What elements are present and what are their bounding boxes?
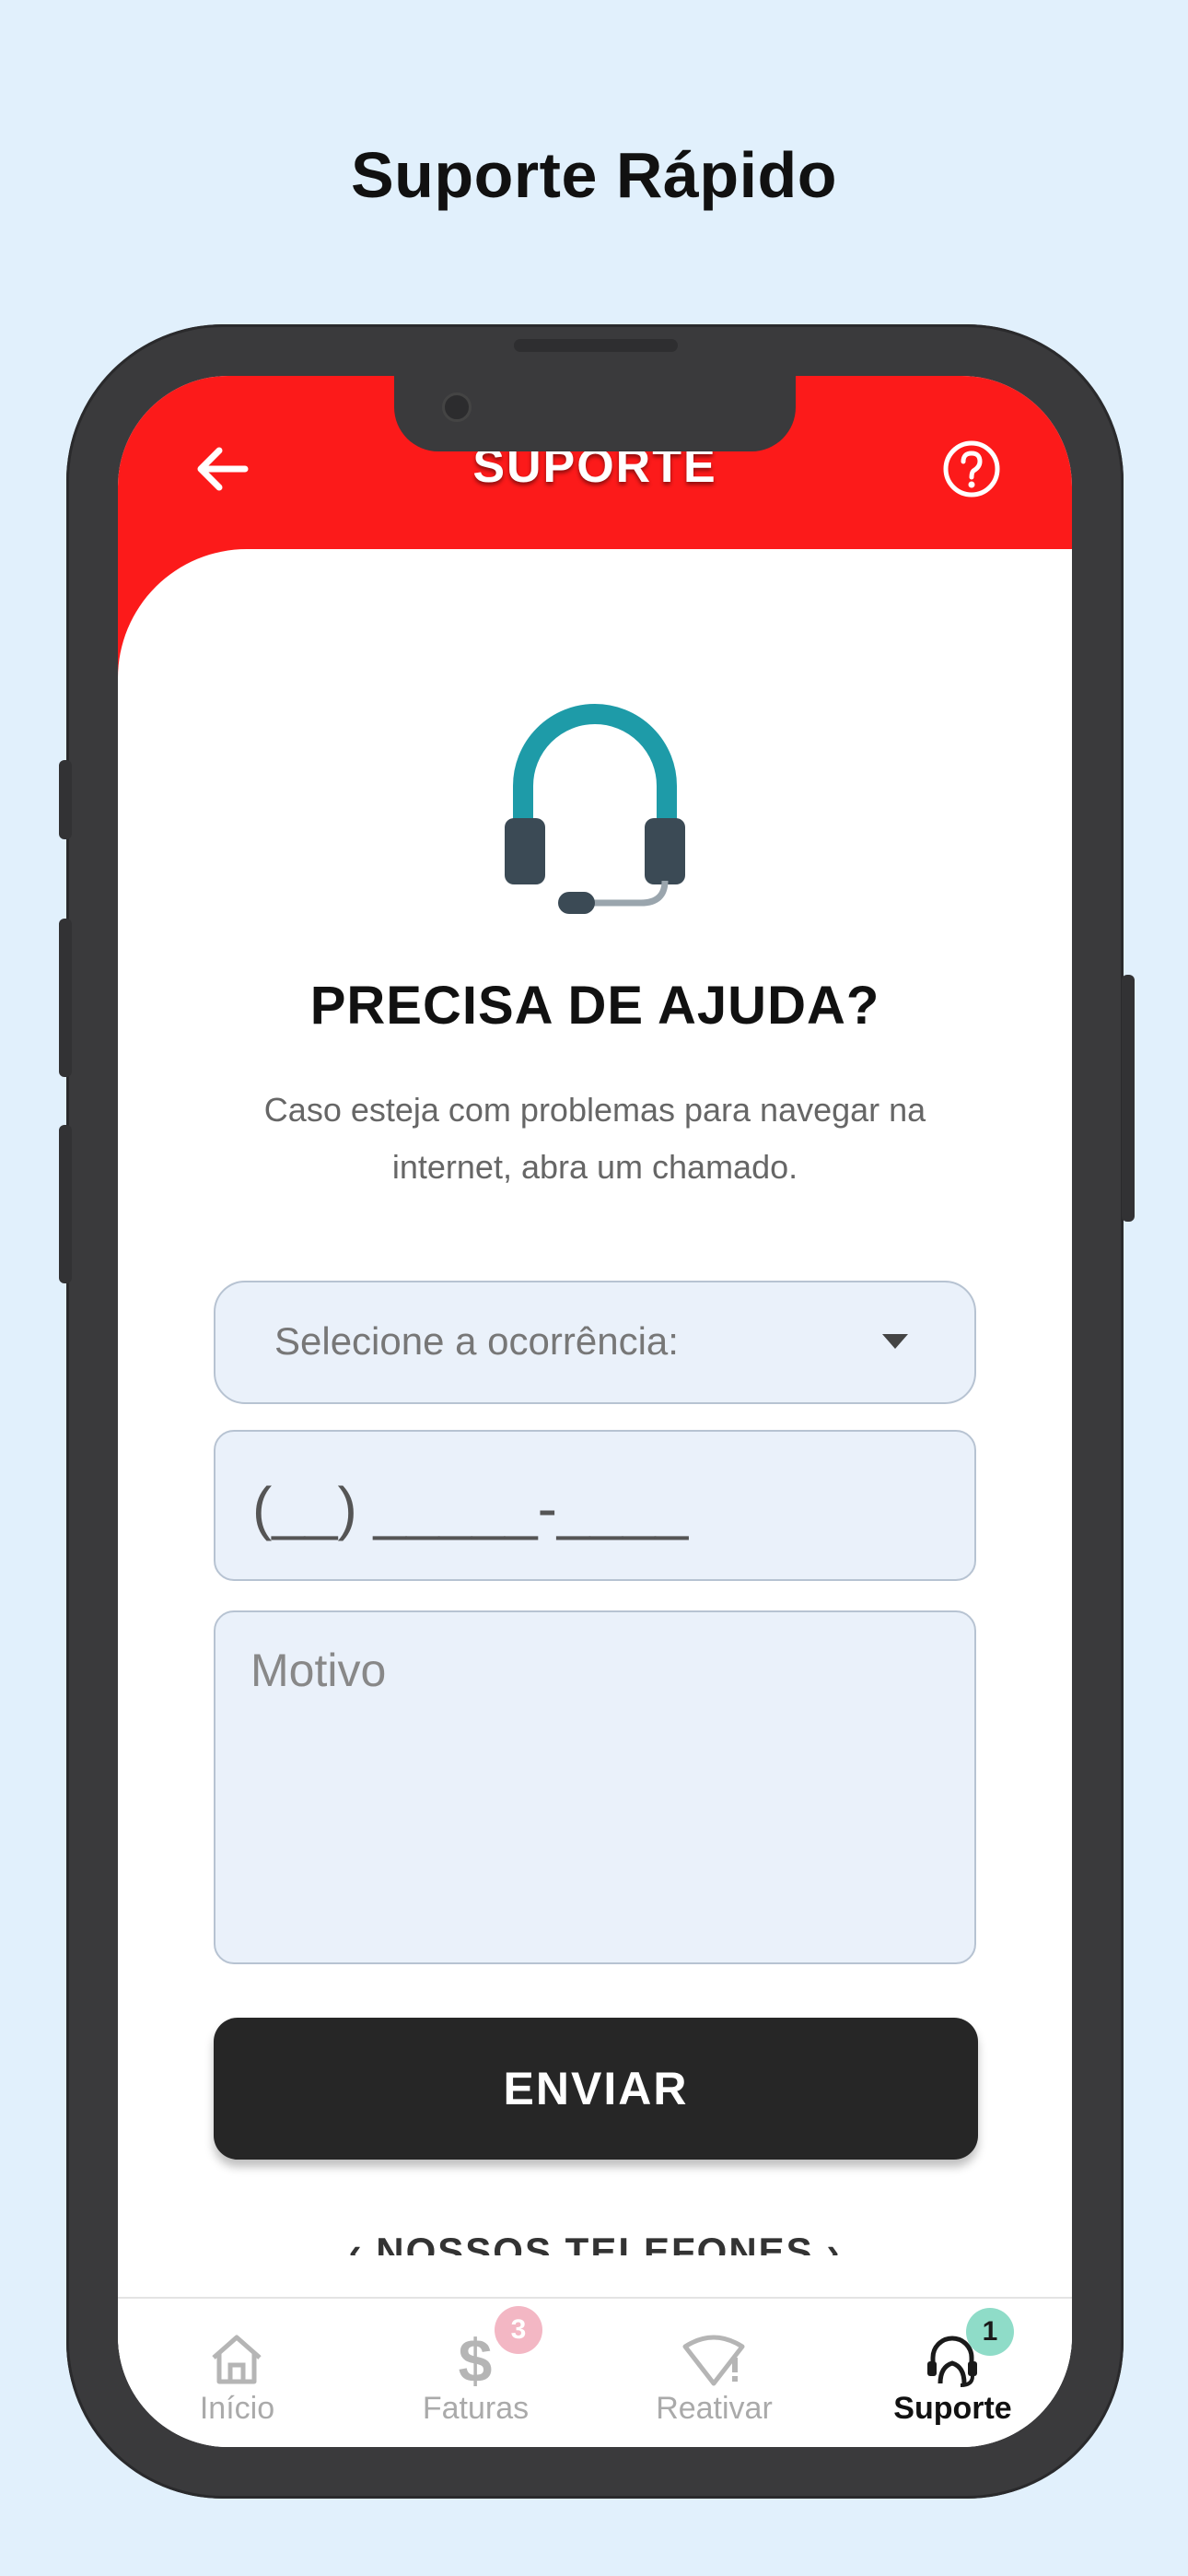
- occurrence-select-placeholder: Selecione a ocorrência:: [274, 1319, 679, 1363]
- suporte-badge: 1: [966, 2308, 1014, 2356]
- tab-suporte[interactable]: 1 Suporte: [833, 2299, 1072, 2446]
- phone-side-button-volume-down: [59, 1125, 72, 1283]
- phone-notch: [394, 376, 796, 451]
- chevron-right-icon: ›: [826, 2230, 842, 2255]
- promo-title: Suporte Rápido: [350, 139, 838, 211]
- phone-side-button-mute: [59, 760, 72, 839]
- question-circle-icon: [943, 440, 1000, 498]
- home-icon: [212, 2335, 262, 2384]
- caret-down-icon: [882, 1334, 908, 1349]
- phone-speaker: [514, 339, 678, 352]
- faturas-badge: 3: [495, 2306, 542, 2354]
- phone-input-placeholder: (__) _____-____: [252, 1475, 689, 1541]
- front-camera: [442, 392, 472, 422]
- tab-suporte-label: Suporte: [893, 2391, 1012, 2426]
- help-heading: PRECISA DE AJUDA?: [309, 976, 880, 1036]
- tab-reativar-label: Reativar: [656, 2391, 773, 2426]
- tab-inicio-label: Início: [199, 2391, 275, 2426]
- wifi-alert-icon: [682, 2335, 745, 2386]
- phone-side-button-power: [1122, 975, 1135, 1222]
- back-button[interactable]: [190, 437, 254, 501]
- tab-faturas[interactable]: $ 3 Faturas: [356, 2299, 595, 2446]
- bottom-tab-bar: Início $ 3 Faturas Reativar 1 Suporte: [118, 2297, 1072, 2447]
- our-phones-link[interactable]: ‹ NOSSOS TELEFONES ›: [118, 2224, 1072, 2255]
- headset-icon: [505, 704, 685, 914]
- phone-side-button-volume-up: [59, 919, 72, 1077]
- help-button[interactable]: [939, 437, 1004, 501]
- send-button[interactable]: ENVIAR: [214, 2018, 978, 2160]
- arrow-left-icon: [197, 447, 249, 491]
- app-screen: SUPORTE PRECISA DE AJUDA? Caso esteja co…: [118, 376, 1072, 2447]
- chevron-left-icon: ‹: [348, 2230, 377, 2255]
- reason-textarea-placeholder: Motivo: [250, 1645, 387, 1696]
- tab-inicio[interactable]: Início: [118, 2299, 356, 2446]
- help-description: Caso esteja com problemas para navegar n…: [263, 1091, 926, 1186]
- reason-textarea[interactable]: Motivo: [214, 1610, 976, 1964]
- send-button-label: ENVIAR: [503, 2063, 689, 2114]
- svg-text:$: $: [459, 2326, 493, 2391]
- occurrence-select[interactable]: Selecione a ocorrência:: [214, 1281, 976, 1404]
- phone-input[interactable]: (__) _____-____: [214, 1430, 976, 1581]
- tab-faturas-label: Faturas: [422, 2391, 530, 2426]
- our-phones-label: NOSSOS TELEFONES: [376, 2230, 814, 2255]
- tab-reativar[interactable]: Reativar: [595, 2299, 833, 2446]
